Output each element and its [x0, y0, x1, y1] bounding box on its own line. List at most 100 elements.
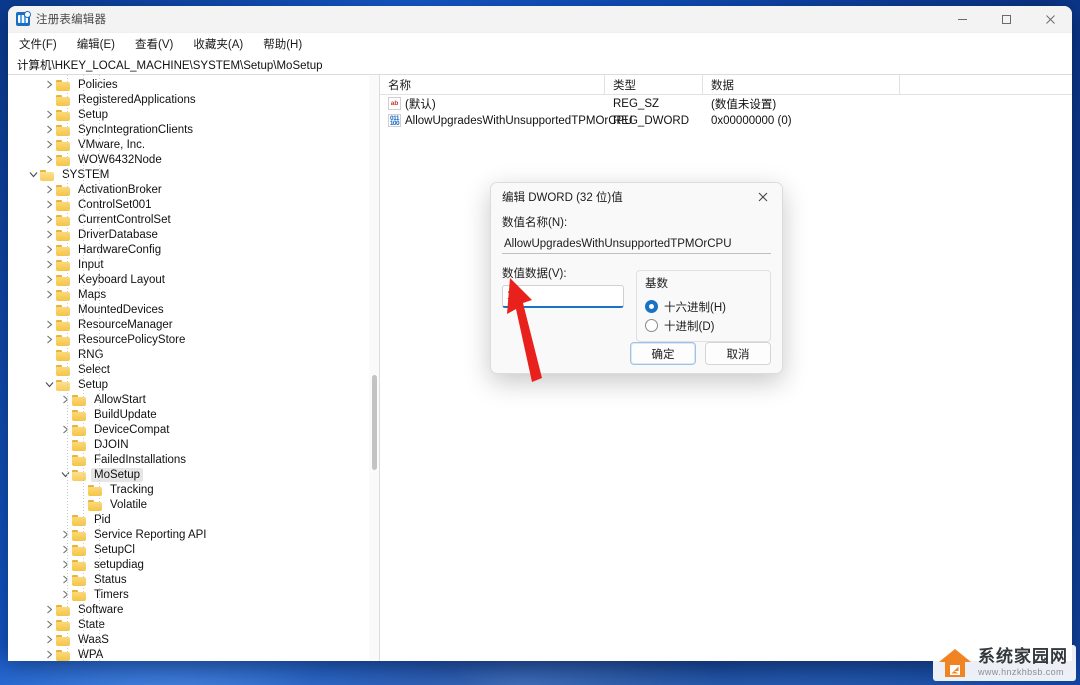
tree-item-timers[interactable]: Timers — [8, 587, 369, 602]
tree-item-rng[interactable]: RNG — [8, 347, 369, 362]
tree-item-waas[interactable]: WaaS — [8, 632, 369, 647]
tree-item-tracking[interactable]: Tracking — [8, 482, 369, 497]
tree-item-devicecompat[interactable]: DeviceCompat — [8, 422, 369, 437]
chevron-right-icon[interactable] — [42, 185, 56, 194]
tree-item-software[interactable]: Software — [8, 602, 369, 617]
chevron-right-icon[interactable] — [42, 620, 56, 629]
tree-item-setup[interactable]: Setup — [8, 377, 369, 392]
chevron-right-icon[interactable] — [42, 155, 56, 164]
tree-item-label: Keyboard Layout — [78, 273, 165, 286]
tree-item-setupcl[interactable]: SetupCl — [8, 542, 369, 557]
chevron-right-icon[interactable] — [42, 635, 56, 644]
dialog-close-button[interactable] — [748, 185, 778, 209]
chevron-right-icon[interactable] — [42, 320, 56, 329]
chevron-down-icon[interactable] — [58, 471, 72, 478]
tree-item-keyboard-layout[interactable]: Keyboard Layout — [8, 272, 369, 287]
menu-edit[interactable]: 编辑(E) — [75, 35, 117, 53]
chevron-right-icon[interactable] — [58, 530, 72, 539]
folder-icon — [72, 544, 87, 556]
chevron-right-icon[interactable] — [58, 395, 72, 404]
registry-tree[interactable]: Policies RegisteredApplications Setup SyncI… — [8, 75, 369, 661]
tree-item-hardwareconfig[interactable]: HardwareConfig — [8, 242, 369, 257]
chevron-right-icon[interactable] — [42, 110, 56, 119]
chevron-right-icon[interactable] — [42, 605, 56, 614]
tree-item-registeredapplications[interactable]: RegisteredApplications — [8, 92, 369, 107]
tree-item-resourcemanager[interactable]: ResourceManager — [8, 317, 369, 332]
column-header-data[interactable]: 数据 — [703, 75, 900, 94]
tree-item-wow6432node[interactable]: WOW6432Node — [8, 152, 369, 167]
tree-item-volatile[interactable]: Volatile — [8, 497, 369, 512]
value-row[interactable]: 011 100 AllowUpgradesWithUnsupportedTPMOrC… — [380, 112, 1072, 129]
radio-hexadecimal[interactable]: 十六进制(H) — [645, 297, 762, 316]
chevron-right-icon[interactable] — [42, 245, 56, 254]
folder-icon — [72, 574, 87, 586]
tree-item-setup[interactable]: Setup — [8, 107, 369, 122]
tree-item-allowstart[interactable]: AllowStart — [8, 392, 369, 407]
tree-item-syncintegrationclients[interactable]: SyncIntegrationClients — [8, 122, 369, 137]
tree-item-buildupdate[interactable]: BuildUpdate — [8, 407, 369, 422]
radio-decimal-indicator[interactable] — [645, 319, 658, 332]
chevron-down-icon[interactable] — [42, 381, 56, 388]
minimize-button[interactable] — [940, 6, 984, 32]
chevron-right-icon[interactable] — [42, 260, 56, 269]
chevron-right-icon[interactable] — [58, 425, 72, 434]
cancel-button[interactable]: 取消 — [705, 342, 771, 365]
chevron-down-icon[interactable] — [26, 171, 40, 178]
tree-item-mounteddevices[interactable]: MountedDevices — [8, 302, 369, 317]
tree-item-vmware-inc[interactable]: VMware, Inc. — [8, 137, 369, 152]
chevron-right-icon[interactable] — [42, 230, 56, 239]
tree-item-input[interactable]: Input — [8, 257, 369, 272]
value-row[interactable]: ab (默认) REG_SZ (数值未设置) — [380, 95, 1072, 112]
value-name-field[interactable]: AllowUpgradesWithUnsupportedTPMOrCPU — [502, 234, 771, 254]
chevron-right-icon[interactable] — [42, 200, 56, 209]
close-button[interactable] — [1028, 6, 1072, 32]
tree-item-failedinstallations[interactable]: FailedInstallations — [8, 452, 369, 467]
tree-item-wpa[interactable]: WPA — [8, 647, 369, 661]
tree-item-service-reporting-api[interactable]: Service Reporting API — [8, 527, 369, 542]
tree-item-state[interactable]: State — [8, 617, 369, 632]
folder-icon — [56, 154, 71, 166]
maximize-button[interactable] — [984, 6, 1028, 32]
column-header-type[interactable]: 类型 — [605, 75, 703, 94]
tree-item-driverdatabase[interactable]: DriverDatabase — [8, 227, 369, 242]
tree-scrollbar-thumb[interactable] — [372, 375, 377, 470]
tree-item-controlset001[interactable]: ControlSet001 — [8, 197, 369, 212]
radio-hexadecimal-indicator[interactable] — [645, 300, 658, 313]
chevron-right-icon[interactable] — [42, 125, 56, 134]
tree-item-system[interactable]: SYSTEM — [8, 167, 369, 182]
radio-decimal[interactable]: 十进制(D) — [645, 316, 762, 335]
chevron-right-icon[interactable] — [42, 650, 56, 659]
tree-vertical-scrollbar[interactable] — [369, 75, 379, 661]
address-bar[interactable]: 计算机\HKEY_LOCAL_MACHINE\SYSTEM\Setup\MoSe… — [8, 55, 1072, 75]
tree-item-pid[interactable]: Pid — [8, 512, 369, 527]
chevron-right-icon[interactable] — [42, 290, 56, 299]
value-type-cell: REG_SZ — [613, 97, 660, 110]
menu-file[interactable]: 文件(F) — [17, 35, 59, 53]
tree-item-mosetup[interactable]: MoSetup — [8, 467, 369, 482]
tree-item-resourcepolicystore[interactable]: ResourcePolicyStore — [8, 332, 369, 347]
chevron-right-icon[interactable] — [58, 545, 72, 554]
tree-item-djoin[interactable]: DJOIN — [8, 437, 369, 452]
chevron-right-icon[interactable] — [58, 575, 72, 584]
tree-item-status[interactable]: Status — [8, 572, 369, 587]
menu-favorites[interactable]: 收藏夹(A) — [191, 35, 245, 53]
tree-item-activationbroker[interactable]: ActivationBroker — [8, 182, 369, 197]
chevron-right-icon[interactable] — [58, 590, 72, 599]
tree-item-setupdiag[interactable]: setupdiag — [8, 557, 369, 572]
chevron-right-icon[interactable] — [58, 560, 72, 569]
tree-item-maps[interactable]: Maps — [8, 287, 369, 302]
tree-item-policies[interactable]: Policies — [8, 77, 369, 92]
value-data-input[interactable]: 1 — [502, 285, 624, 308]
chevron-right-icon[interactable] — [42, 335, 56, 344]
chevron-right-icon[interactable] — [42, 80, 56, 89]
menu-help[interactable]: 帮助(H) — [261, 35, 304, 53]
tree-item-currentcontrolset[interactable]: CurrentControlSet — [8, 212, 369, 227]
chevron-right-icon[interactable] — [42, 215, 56, 224]
menu-view[interactable]: 查看(V) — [133, 35, 175, 53]
tree-item-select[interactable]: Select — [8, 362, 369, 377]
tree-item-label: ResourcePolicyStore — [78, 333, 186, 346]
ok-button[interactable]: 确定 — [630, 342, 696, 365]
chevron-right-icon[interactable] — [42, 140, 56, 149]
column-header-name[interactable]: 名称 — [380, 75, 605, 94]
chevron-right-icon[interactable] — [42, 275, 56, 284]
